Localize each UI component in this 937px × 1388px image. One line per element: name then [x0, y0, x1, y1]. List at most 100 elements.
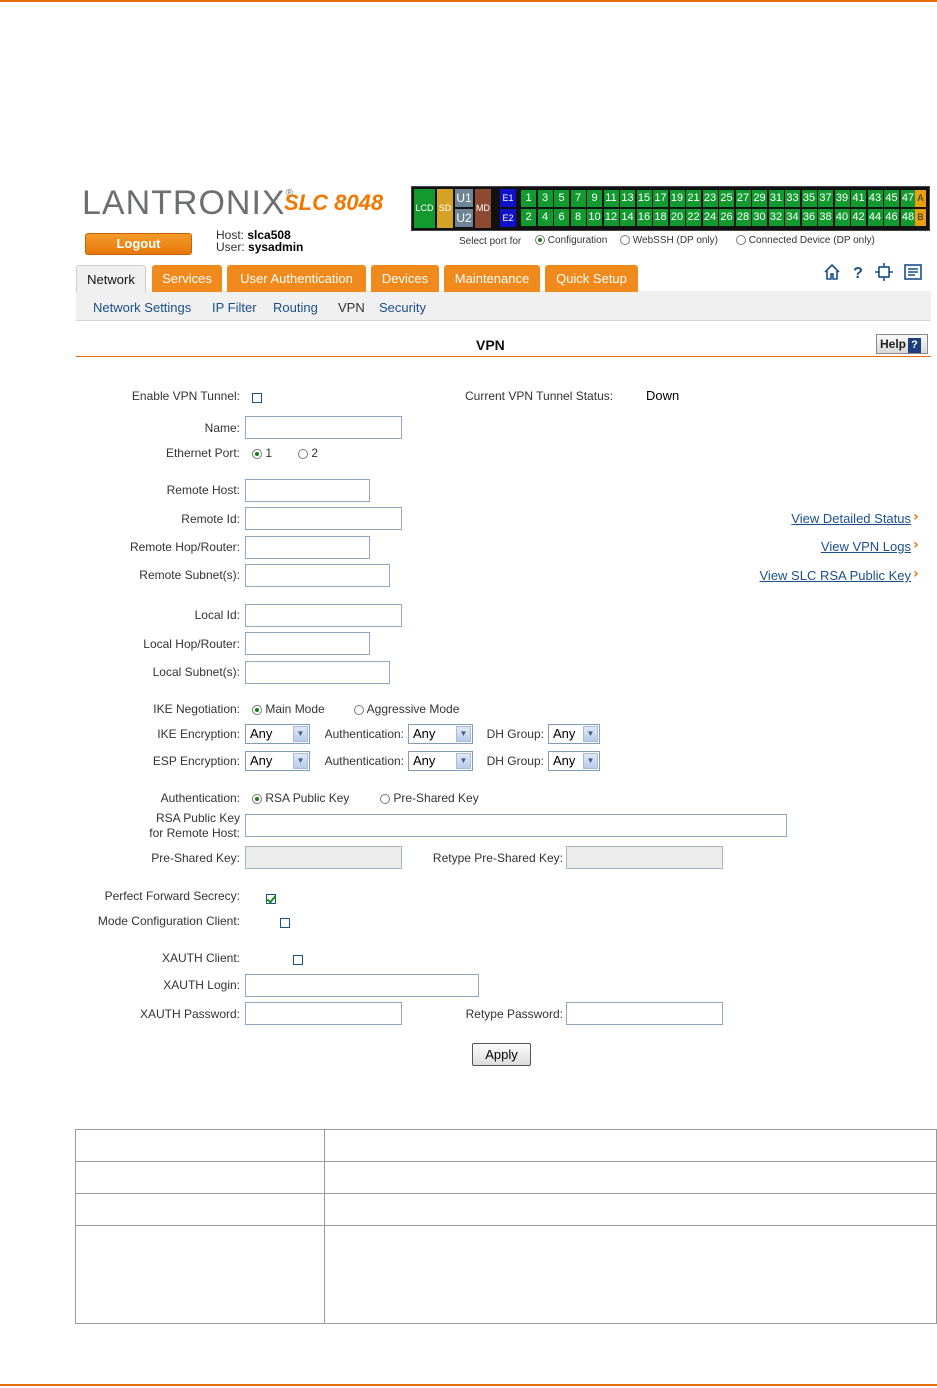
- help-button[interactable]: Help?: [876, 334, 928, 354]
- log-icon[interactable]: [903, 262, 923, 282]
- main-mode-option[interactable]: Main Mode: [252, 702, 325, 716]
- port-16[interactable]: 16: [636, 209, 652, 226]
- retype-pre-shared-key-input[interactable]: [566, 846, 723, 869]
- port-31[interactable]: 31: [768, 190, 784, 207]
- configuration-radio[interactable]: [535, 235, 545, 246]
- port-3[interactable]: 3: [537, 190, 553, 207]
- port-19[interactable]: 19: [669, 190, 685, 207]
- port-select-configuration[interactable]: Configuration: [535, 235, 607, 246]
- tab-network[interactable]: Network: [76, 265, 146, 292]
- port-2[interactable]: 2: [521, 209, 536, 226]
- port-43[interactable]: 43: [867, 190, 883, 207]
- port-12[interactable]: 12: [603, 209, 619, 226]
- port-6[interactable]: 6: [554, 209, 569, 226]
- ike-authentication-select[interactable]: Any ▼: [408, 724, 473, 744]
- esp-dh-group-select[interactable]: Any ▼: [548, 751, 600, 771]
- port-33[interactable]: 33: [785, 190, 800, 207]
- port-38[interactable]: 38: [818, 209, 833, 226]
- view-detailed-status-link[interactable]: View Detailed Status: [791, 511, 911, 526]
- local-id-input[interactable]: [245, 604, 402, 627]
- tab-user-authentication[interactable]: User Authentication: [227, 265, 366, 292]
- retype-password-input[interactable]: [566, 1002, 723, 1025]
- ethernet-port-option-2[interactable]: 2: [298, 446, 318, 460]
- aggressive-mode-radio[interactable]: [354, 704, 364, 715]
- xauth-client-checkbox[interactable]: [293, 954, 304, 965]
- port-14[interactable]: 14: [620, 209, 635, 226]
- subnav-ip-filter[interactable]: IP Filter: [212, 300, 257, 315]
- view-rsa-public-key-link[interactable]: View SLC RSA Public Key: [760, 568, 912, 583]
- subnav-network-settings[interactable]: Network Settings: [93, 300, 191, 315]
- subnav-security[interactable]: Security: [379, 300, 426, 315]
- port-26[interactable]: 26: [719, 209, 734, 226]
- port-4[interactable]: 4: [537, 209, 553, 226]
- port-22[interactable]: 22: [686, 209, 701, 226]
- port-41[interactable]: 41: [851, 190, 866, 207]
- port-46[interactable]: 46: [884, 209, 899, 226]
- logout-button[interactable]: Logout: [85, 233, 192, 255]
- tab-devices[interactable]: Devices: [371, 265, 439, 292]
- port-34[interactable]: 34: [785, 209, 800, 226]
- esp-authentication-select[interactable]: Any ▼: [408, 751, 473, 771]
- rsa-public-key-option[interactable]: RSA Public Key: [252, 791, 349, 805]
- port-9[interactable]: 9: [587, 190, 602, 207]
- pre-shared-key-radio[interactable]: [380, 793, 390, 804]
- port-36[interactable]: 36: [801, 209, 817, 226]
- port-select-connected-device[interactable]: Connected Device (DP only): [736, 235, 875, 246]
- site-map-icon[interactable]: [874, 262, 894, 282]
- port-39[interactable]: 39: [834, 190, 850, 207]
- ethernet-port-option-1[interactable]: 1: [252, 446, 272, 460]
- remote-hop-input[interactable]: [245, 536, 370, 559]
- ethernet-port-2-radio[interactable]: [298, 448, 308, 459]
- port-7[interactable]: 7: [570, 190, 586, 207]
- ethernet-port-1-radio[interactable]: [252, 448, 262, 459]
- port-25[interactable]: 25: [719, 190, 734, 207]
- port-13[interactable]: 13: [620, 190, 635, 207]
- port-42[interactable]: 42: [851, 209, 866, 226]
- webssh-radio[interactable]: [620, 235, 630, 246]
- remote-host-input[interactable]: [245, 479, 370, 502]
- name-input[interactable]: [245, 416, 402, 439]
- port-27[interactable]: 27: [735, 190, 751, 207]
- aggressive-mode-option[interactable]: Aggressive Mode: [354, 702, 459, 716]
- tab-services[interactable]: Services: [152, 265, 222, 292]
- ike-dh-group-select[interactable]: Any ▼: [548, 724, 600, 744]
- port-23[interactable]: 23: [702, 190, 718, 207]
- enable-vpn-tunnel-checkbox[interactable]: [252, 392, 262, 403]
- main-mode-radio[interactable]: [252, 704, 262, 715]
- subnav-routing[interactable]: Routing: [273, 300, 318, 315]
- home-icon[interactable]: [822, 262, 842, 282]
- tab-quick-setup[interactable]: Quick Setup: [545, 265, 638, 292]
- local-subnet-input[interactable]: [245, 661, 390, 684]
- remote-id-input[interactable]: [245, 507, 402, 530]
- port-8[interactable]: 8: [570, 209, 586, 226]
- port-15[interactable]: 15: [636, 190, 652, 207]
- port-40[interactable]: 40: [834, 209, 850, 226]
- subnav-vpn[interactable]: VPN: [338, 300, 365, 315]
- port-18[interactable]: 18: [653, 209, 668, 226]
- tab-maintenance[interactable]: Maintenance: [444, 265, 540, 292]
- perfect-forward-secrecy-checkbox[interactable]: [265, 893, 276, 904]
- connected-device-radio[interactable]: [736, 235, 746, 246]
- port-29[interactable]: 29: [752, 190, 767, 207]
- xauth-login-input[interactable]: [245, 974, 479, 997]
- port-21[interactable]: 21: [686, 190, 701, 207]
- port-45[interactable]: 45: [884, 190, 899, 207]
- view-vpn-logs-link[interactable]: View VPN Logs: [821, 539, 911, 554]
- port-30[interactable]: 30: [752, 209, 767, 226]
- rsa-public-key-input[interactable]: [245, 814, 787, 837]
- port-1[interactable]: 1: [521, 190, 536, 207]
- port-32[interactable]: 32: [768, 209, 784, 226]
- mode-configuration-client-checkbox[interactable]: [279, 917, 290, 928]
- port-5[interactable]: 5: [554, 190, 569, 207]
- port-47[interactable]: 47: [900, 190, 916, 207]
- port-24[interactable]: 24: [702, 209, 718, 226]
- apply-button[interactable]: Apply: [472, 1043, 531, 1066]
- port-48[interactable]: 48: [900, 209, 916, 226]
- ike-encryption-select[interactable]: Any ▼: [245, 724, 310, 744]
- port-select-webssh[interactable]: WebSSH (DP only): [620, 235, 718, 246]
- help-icon[interactable]: ?: [848, 262, 868, 282]
- xauth-password-input[interactable]: [245, 1002, 402, 1025]
- port-37[interactable]: 37: [818, 190, 833, 207]
- pre-shared-key-input[interactable]: [245, 846, 402, 869]
- port-11[interactable]: 11: [603, 190, 619, 207]
